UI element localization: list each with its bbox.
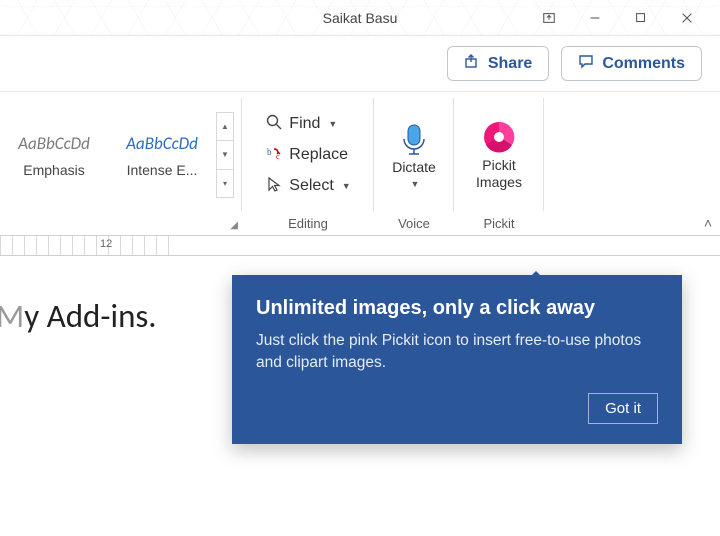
- comments-button[interactable]: Comments: [561, 46, 702, 81]
- chevron-down-icon[interactable]: ▼: [342, 181, 351, 191]
- close-button[interactable]: [664, 0, 710, 36]
- share-icon: [464, 53, 480, 74]
- dictate-button[interactable]: Dictate ▼: [386, 119, 442, 191]
- replace-icon: b c: [265, 144, 283, 167]
- pickit-label: Pickit Images: [476, 157, 522, 192]
- collapse-ribbon-icon[interactable]: ˄: [704, 215, 712, 231]
- collab-bar: Share Comments: [0, 36, 720, 91]
- styles-gallery-spinner[interactable]: ▲ ▼ ▾: [216, 112, 234, 198]
- microphone-icon: [396, 121, 432, 157]
- doc-text-partial: M: [0, 296, 24, 336]
- search-icon: [265, 113, 283, 136]
- styles-group: AaBbCcDd Emphasis AaBbCcDd Intense E... …: [0, 92, 242, 235]
- replace-button[interactable]: b c Replace: [261, 142, 352, 169]
- expand-icon[interactable]: ▾: [217, 170, 233, 197]
- got-it-button[interactable]: Got it: [588, 393, 658, 424]
- select-label: Select: [289, 177, 333, 195]
- ribbon-display-options-icon[interactable]: [526, 0, 572, 36]
- chevron-down-icon[interactable]: ▼: [411, 179, 420, 189]
- find-label: Find: [289, 115, 320, 133]
- editing-group: Find ▼ b c Replace: [242, 92, 374, 235]
- style-name: Intense E...: [127, 162, 198, 178]
- voice-group: Dictate ▼ Voice: [374, 92, 454, 235]
- svg-text:b: b: [267, 147, 272, 157]
- find-button[interactable]: Find ▼: [261, 111, 341, 138]
- style-name: Emphasis: [23, 162, 84, 178]
- style-sample: AaBbCcDd: [126, 133, 198, 154]
- styles-dialog-launcher-icon[interactable]: ◢: [230, 220, 238, 231]
- titlebar: Saikat Basu: [0, 0, 720, 36]
- editing-group-label: Editing: [288, 214, 328, 233]
- feature-callout: Unlimited images, only a click away Just…: [232, 275, 682, 444]
- voice-group-label: Voice: [398, 214, 430, 233]
- cursor-icon: [265, 175, 283, 198]
- callout-body: Just click the pink Pickit icon to inser…: [256, 330, 658, 373]
- share-label: Share: [488, 55, 532, 73]
- comments-label: Comments: [602, 55, 685, 73]
- chevron-down-icon[interactable]: ▼: [217, 141, 233, 169]
- pickit-images-button[interactable]: Pickit Images: [470, 117, 528, 194]
- style-sample: AaBbCcDd: [18, 133, 90, 154]
- pickit-icon: [481, 119, 517, 155]
- style-intense-emphasis[interactable]: AaBbCcDd Intense E...: [108, 127, 216, 184]
- dictate-label: Dictate: [392, 159, 436, 177]
- svg-text:c: c: [276, 152, 280, 161]
- maximize-button[interactable]: [618, 0, 664, 36]
- select-button[interactable]: Select ▼: [261, 173, 354, 200]
- ruler-mark: 12: [100, 238, 112, 250]
- style-emphasis[interactable]: AaBbCcDd Emphasis: [0, 127, 108, 184]
- styles-gallery[interactable]: AaBbCcDd Emphasis AaBbCcDd Intense E...: [0, 127, 216, 184]
- callout-title: Unlimited images, only a click away: [256, 297, 658, 320]
- replace-label: Replace: [289, 146, 348, 164]
- ribbon: AaBbCcDd Emphasis AaBbCcDd Intense E... …: [0, 91, 720, 236]
- minimize-button[interactable]: [572, 0, 618, 36]
- chevron-down-icon[interactable]: ▼: [328, 119, 337, 129]
- styles-group-label: [115, 214, 119, 233]
- pickit-group-label: Pickit: [483, 214, 514, 233]
- account-name[interactable]: Saikat Basu: [323, 10, 398, 26]
- chevron-up-icon[interactable]: ▲: [217, 113, 233, 141]
- ruler[interactable]: 12: [0, 236, 720, 256]
- share-button[interactable]: Share: [447, 46, 549, 81]
- comments-icon: [578, 53, 594, 74]
- pickit-group: Pickit Images Pickit: [454, 92, 544, 235]
- doc-text-main: y Add-ins.: [24, 296, 156, 336]
